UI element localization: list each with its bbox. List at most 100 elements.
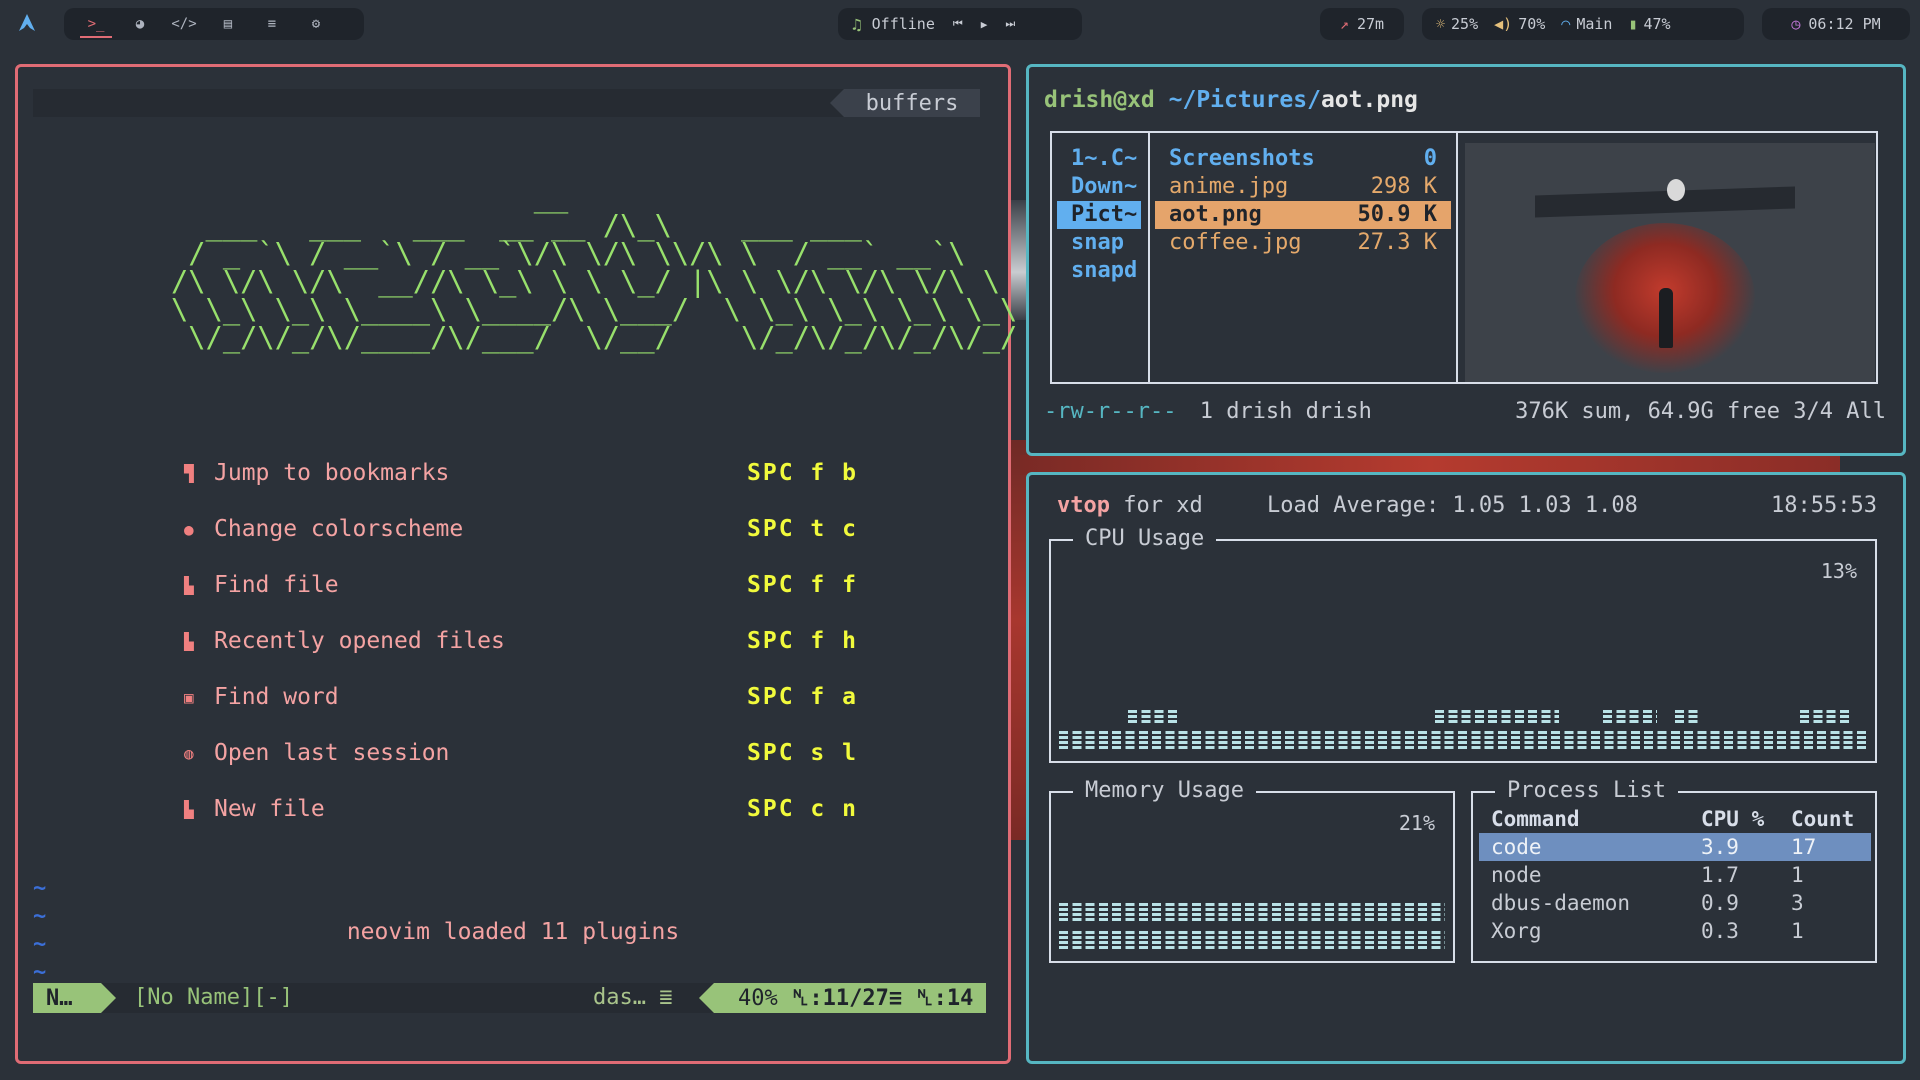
file-size: 50.9 K [1357,202,1437,227]
chat-icon[interactable]: ▤ [206,8,250,40]
play-button[interactable]: ▶ [981,18,988,31]
ranger-path-header: drish@xd ~/Pictures/aot.png [1044,87,1418,113]
app-name: vtop [1057,493,1110,518]
menu-item-label: Recently opened files [214,628,505,654]
menu-item-new-file[interactable]: ▙ New file SPC c n [184,781,884,837]
menu-item-shortcut: SPC f h [747,628,858,654]
notes-icon[interactable]: ≡ [250,8,294,40]
file-size: 27.3 K [1357,230,1437,255]
menu-item-colorscheme[interactable]: ● Change colorscheme SPC t c [184,501,884,557]
column-header[interactable]: Command [1491,805,1701,833]
palette-icon: ● [184,519,194,539]
network-name: Main [1576,15,1613,33]
process-count: 1 [1791,919,1804,943]
list-item[interactable]: 1~.C~ [1057,145,1141,173]
menu-item-find-word[interactable]: ▣ Find word SPC f a [184,669,884,725]
buffers-tab[interactable]: buffers [830,89,980,117]
empty-line-marker: ~ [33,904,47,929]
code-icon[interactable]: </> [162,8,206,40]
menu-item-recent-files[interactable]: ▙ Recently opened files SPC f h [184,613,884,669]
column-divider [1456,133,1458,382]
settings-icon[interactable]: ⚙ [294,8,338,40]
firefox-icon[interactable]: ◕ [118,8,162,40]
table-row-selected[interactable]: code 3.9 17 [1479,833,1871,861]
list-item[interactable]: Screenshots 0 [1155,145,1451,173]
process-list-panel: Process List Command CPU % Count code 3.… [1471,777,1877,963]
brightness-widget[interactable]: ☼ 25% [1436,15,1478,33]
word-icon: ▣ [184,687,194,707]
memory-bars [1059,931,1445,949]
clock-widget[interactable]: ◷ 06:12 PM [1762,8,1910,40]
list-item-selected[interactable]: aot.png 50.9 K [1155,201,1451,229]
file-name: coffee.jpg [1169,230,1302,255]
process-count: 17 [1791,835,1817,859]
ranger-window[interactable]: drish@xd ~/Pictures/aot.png 1~.C~ Down~ … [1026,64,1906,456]
menu-item-last-session[interactable]: ◍ Open last session SPC s l [184,725,884,781]
tabline: buffers [33,89,980,117]
cpu-usage-panel: CPU Usage 13% [1049,525,1877,763]
cpu-spike-bars [1603,709,1657,723]
process-table: Command CPU % Count code 3.9 17 node 1.7… [1479,805,1871,945]
process-count: 1 [1791,863,1804,887]
neovim-ascii-logo: __ ___ ___ ___ __ __ /\_\ ___ ___ / _ `\… [171,180,1018,354]
process-cpu: 0.3 [1701,919,1739,943]
menu-item-bookmarks[interactable]: ▜ Jump to bookmarks SPC f b [184,445,884,501]
list-item[interactable]: coffee.jpg 27.3 K [1155,229,1451,257]
wifi-icon: ◠ [1561,15,1571,33]
empty-line-marker: ~ [33,932,47,957]
list-item[interactable]: anime.jpg 298 K [1155,173,1451,201]
terminal-icon[interactable]: >_ [74,8,118,40]
vtop-header: vtop for xd Load Average: 1.05 1.03 1.08… [1057,493,1877,518]
table-row[interactable]: Xorg 0.3 1 [1479,917,1871,945]
volume-widget[interactable]: ◀) 70% [1494,15,1545,33]
arch-logo-icon[interactable] [16,12,38,34]
column-header[interactable]: Count [1791,805,1871,833]
filetype-indicator: das… ≣ [593,985,673,1010]
process-command: Xorg [1491,919,1542,943]
table-row[interactable]: node 1.7 1 [1479,861,1871,889]
ranger-statusbar: -rw-r--r-- 1 drish drish 376K sum, 64.9G… [1044,399,1886,424]
panel-title: Memory Usage [1073,777,1256,805]
vtop-window[interactable]: vtop for xd Load Average: 1.05 1.03 1.08… [1026,472,1906,1064]
current-path: ~/Pictures/ [1154,87,1321,113]
neovim-window[interactable]: buffers __ ___ ___ ___ __ __ /\_\ ___ __… [15,64,1017,1064]
uptime-value: 27m [1356,15,1385,33]
battery-icon: ▮ [1628,15,1638,33]
cursor-position: 40% ␤:11/27≡ ␤:14 [699,983,986,1013]
menu-item-find-file[interactable]: ▙ Find file SPC f f [184,557,884,613]
wifi-widget[interactable]: ◠ Main [1561,15,1612,33]
battery-widget[interactable]: ▮ 47% [1628,15,1670,33]
list-item[interactable]: Down~ [1057,173,1141,201]
process-cpu: 1.7 [1701,863,1739,887]
previous-track-button[interactable]: ⏮ [953,17,963,31]
media-widget: ♫ Offline ⏮ ▶ ⏭ [838,8,1082,40]
cpu-spike-bars [1800,709,1852,723]
column-header[interactable]: CPU % [1701,805,1791,833]
new-file-icon: ▙ [184,799,194,819]
menu-item-label: Find file [214,572,339,598]
image-preview [1465,143,1875,382]
table-row[interactable]: dbus-daemon 0.9 3 [1479,889,1871,917]
statusline: N… [No Name][-] das… ≣ 40% ␤:11/27≡ ␤:14 [33,983,986,1013]
disk-summary: 376K sum, 64.9G free 3/4 All [1515,399,1886,424]
next-track-button[interactable]: ⏭ [1005,17,1015,31]
music-note-icon: ♫ [852,14,862,34]
cpu-percent: 13% [1820,559,1857,583]
memory-usage-panel: Memory Usage 21% [1049,777,1455,963]
process-cpu: 3.9 [1701,835,1739,859]
bookmark-icon: ▜ [184,463,194,483]
clock-value: 06:12 PM [1808,15,1881,33]
buffer-name: [No Name][-] [134,985,293,1010]
memory-percent: 21% [1398,811,1435,835]
cpu-baseline-bars [1059,731,1867,749]
menu-item-shortcut: SPC c n [747,796,858,822]
mode-indicator: N… [33,983,116,1013]
file-name: anime.jpg [1169,174,1289,199]
preview-wall [1535,186,1795,218]
list-item[interactable]: snap [1057,229,1141,257]
preview-figure [1659,288,1673,348]
list-item[interactable]: snapd [1057,257,1141,285]
sun-icon: ☼ [1436,15,1446,33]
list-item-selected[interactable]: Pict~ [1057,201,1141,229]
recent-files-icon: ▙ [184,631,194,651]
